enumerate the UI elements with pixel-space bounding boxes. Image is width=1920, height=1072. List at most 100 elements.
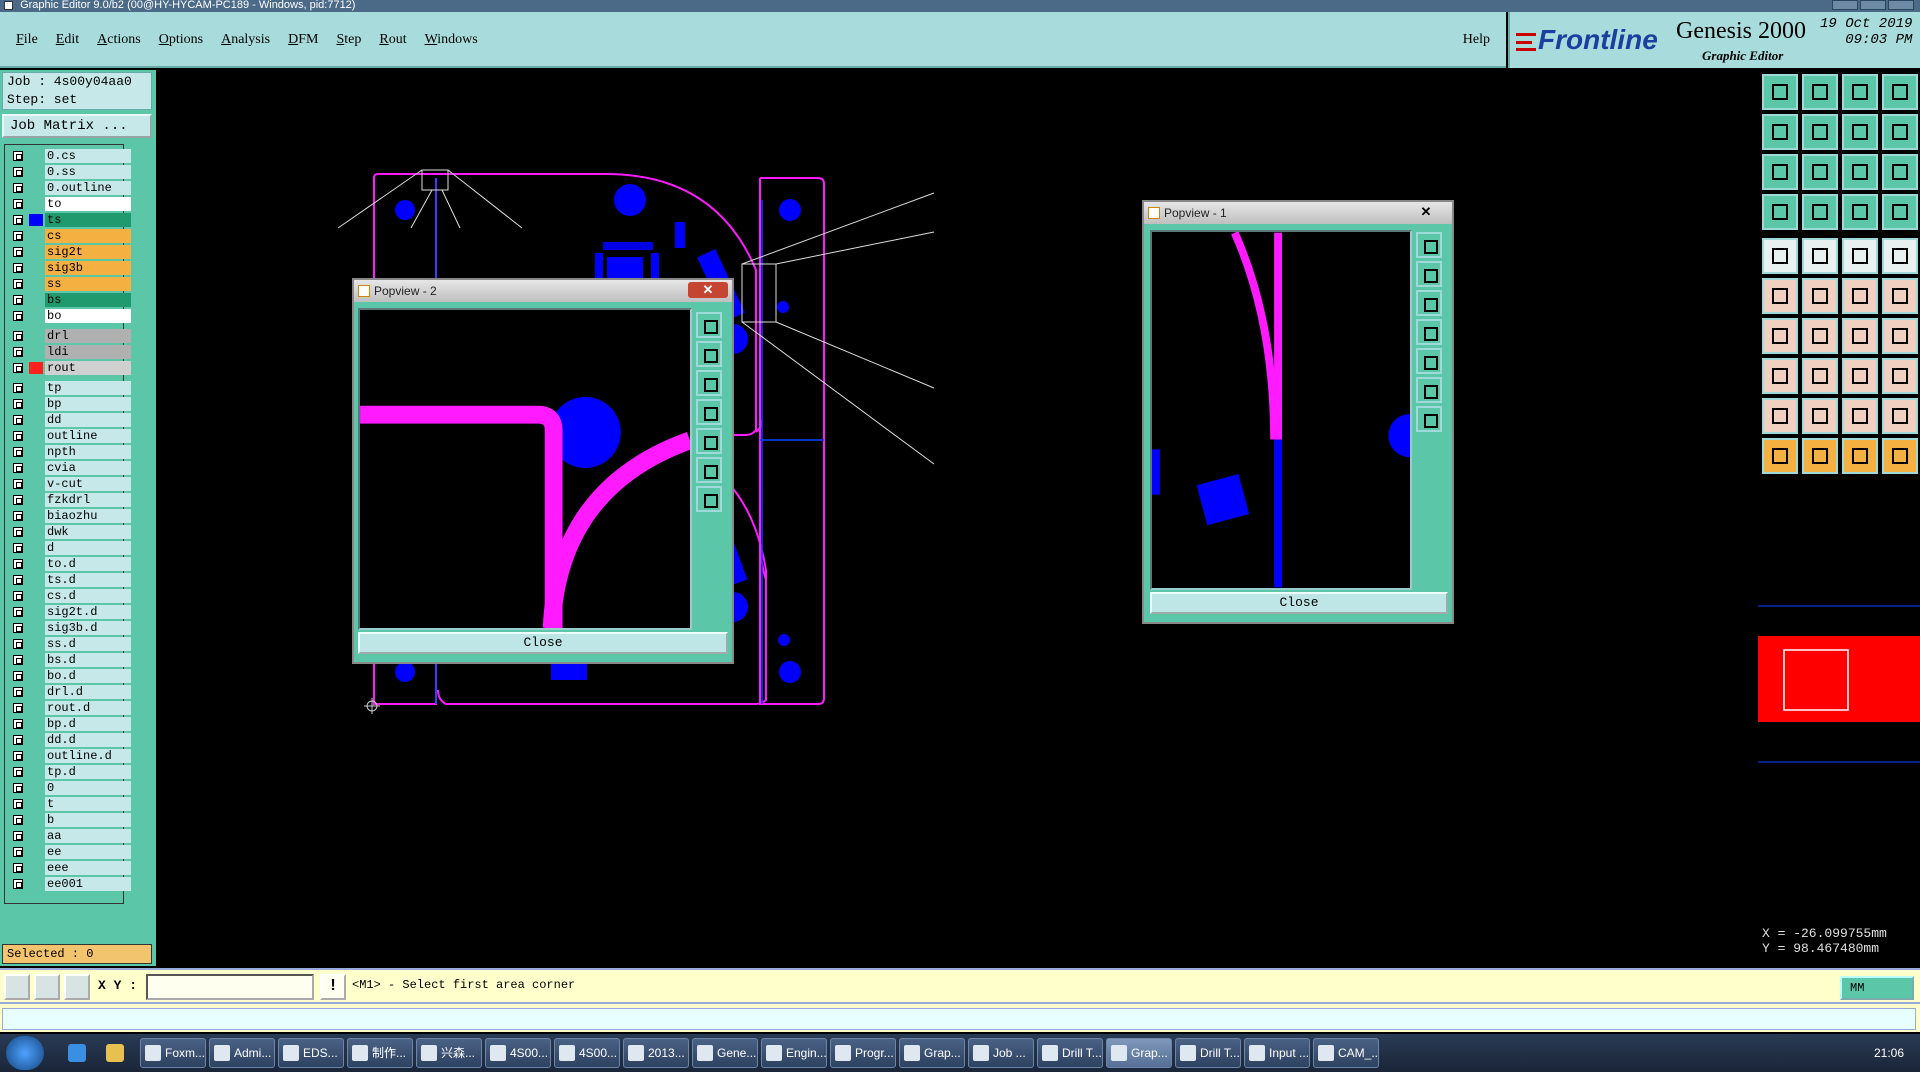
taskbar-item[interactable]: CAM_... bbox=[1313, 1038, 1379, 1068]
layer-row[interactable]: b bbox=[9, 813, 131, 827]
layer-checkbox[interactable] bbox=[13, 655, 23, 665]
layer-checkbox[interactable] bbox=[13, 183, 23, 193]
layer-row[interactable]: tp.d bbox=[9, 765, 131, 779]
layer-checkbox[interactable] bbox=[13, 447, 23, 457]
tool-button-icon[interactable] bbox=[1882, 278, 1918, 314]
taskbar-item[interactable]: Admi... bbox=[209, 1038, 275, 1068]
layer-name[interactable]: ldi bbox=[45, 345, 131, 359]
layer-row[interactable]: dd bbox=[9, 413, 131, 427]
layer-name[interactable]: cvia bbox=[45, 461, 131, 475]
taskbar-item[interactable]: Gene... bbox=[692, 1038, 758, 1068]
tool-button-icon[interactable] bbox=[1842, 398, 1878, 434]
layer-row[interactable]: fzkdrl bbox=[9, 493, 131, 507]
layer-name[interactable]: d bbox=[45, 541, 131, 555]
layer-name[interactable]: to.d bbox=[45, 557, 131, 571]
tool-button-icon[interactable] bbox=[1762, 438, 1798, 474]
menu-actions[interactable]: Actions bbox=[95, 32, 149, 48]
layer-name[interactable]: b bbox=[45, 813, 131, 827]
layer-checkbox[interactable] bbox=[13, 751, 23, 761]
popview-2-tool-7[interactable] bbox=[696, 486, 722, 512]
tool-button-icon[interactable] bbox=[1842, 278, 1878, 314]
layer-row[interactable]: ts.d bbox=[9, 573, 131, 587]
layer-row[interactable]: sig3b bbox=[9, 261, 131, 275]
layer-row[interactable]: ee bbox=[9, 845, 131, 859]
popview-1-tool-4[interactable] bbox=[1416, 319, 1442, 345]
menu-step[interactable]: Step bbox=[334, 32, 369, 48]
layer-checkbox[interactable] bbox=[13, 295, 23, 305]
layer-name[interactable]: tp.d bbox=[45, 765, 131, 779]
start-button[interactable] bbox=[6, 1036, 44, 1070]
layer-row[interactable]: biaozhu bbox=[9, 509, 131, 523]
layer-checkbox[interactable] bbox=[13, 263, 23, 273]
layer-checkbox[interactable] bbox=[13, 363, 23, 373]
taskbar-item[interactable]: Input ... bbox=[1244, 1038, 1310, 1068]
taskbar-item[interactable]: 4S00... bbox=[485, 1038, 551, 1068]
tool-button-icon[interactable] bbox=[1762, 358, 1798, 394]
tool-button-icon[interactable] bbox=[1802, 438, 1838, 474]
layer-name[interactable]: biaozhu bbox=[45, 509, 131, 523]
taskbar-item[interactable]: 制作... bbox=[347, 1038, 413, 1068]
layer-checkbox[interactable] bbox=[13, 479, 23, 489]
layer-row[interactable]: 0.cs bbox=[9, 149, 131, 163]
popview-1-tool-5[interactable] bbox=[1416, 348, 1442, 374]
layer-row[interactable]: rout bbox=[9, 361, 131, 375]
layer-checkbox[interactable] bbox=[13, 247, 23, 257]
layer-checkbox[interactable] bbox=[13, 783, 23, 793]
layer-name[interactable]: drl.d bbox=[45, 685, 131, 699]
tool-button-icon[interactable] bbox=[1762, 154, 1798, 190]
layer-row[interactable]: cs.d bbox=[9, 589, 131, 603]
tool-button-icon[interactable] bbox=[1882, 438, 1918, 474]
layer-checkbox[interactable] bbox=[13, 543, 23, 553]
tool-button-icon[interactable] bbox=[1882, 398, 1918, 434]
layer-row[interactable]: ldi bbox=[9, 345, 131, 359]
popview-1-window[interactable]: Popview - 1 ✕ Close bbox=[1142, 200, 1454, 624]
popview-2-tool-2[interactable] bbox=[696, 341, 722, 367]
tool-button-icon[interactable] bbox=[1882, 194, 1918, 230]
tool-button-icon[interactable] bbox=[1882, 74, 1918, 110]
menu-rout[interactable]: Rout bbox=[377, 32, 414, 48]
layer-checkbox[interactable] bbox=[13, 383, 23, 393]
menu-windows[interactable]: Windows bbox=[423, 32, 486, 48]
minimize-button[interactable] bbox=[1832, 0, 1858, 10]
tool-button-icon[interactable] bbox=[1842, 438, 1878, 474]
tool-button-icon[interactable] bbox=[1762, 238, 1798, 274]
layer-name[interactable]: rout.d bbox=[45, 701, 131, 715]
layer-name[interactable]: outline.d bbox=[45, 749, 131, 763]
layer-row[interactable]: v-cut bbox=[9, 477, 131, 491]
tool-button-icon[interactable] bbox=[1762, 278, 1798, 314]
tool-button-icon[interactable] bbox=[1802, 398, 1838, 434]
units-selector[interactable]: MM bbox=[1840, 976, 1914, 1000]
layer-name[interactable]: bo bbox=[45, 309, 131, 323]
layer-row[interactable]: ts bbox=[9, 213, 131, 227]
taskbar-item[interactable]: Grap... bbox=[1106, 1038, 1172, 1068]
layer-row[interactable]: sig2t bbox=[9, 245, 131, 259]
layer-row[interactable]: bs bbox=[9, 293, 131, 307]
popview-2-view[interactable] bbox=[358, 308, 692, 630]
layer-name[interactable]: npth bbox=[45, 445, 131, 459]
tool-button-icon[interactable] bbox=[1842, 358, 1878, 394]
layer-checkbox[interactable] bbox=[13, 719, 23, 729]
layer-row[interactable]: bo bbox=[9, 309, 131, 323]
layer-name[interactable]: tp bbox=[45, 381, 131, 395]
taskbar-item[interactable]: Foxm... bbox=[140, 1038, 206, 1068]
layer-checkbox[interactable] bbox=[13, 559, 23, 569]
layer-row[interactable]: d bbox=[9, 541, 131, 555]
tool-button-icon[interactable] bbox=[1802, 358, 1838, 394]
tool-button-icon[interactable] bbox=[1842, 238, 1878, 274]
tool-button-icon[interactable] bbox=[1802, 114, 1838, 150]
layer-checkbox[interactable] bbox=[13, 863, 23, 873]
layer-checkbox[interactable] bbox=[13, 575, 23, 585]
layer-name[interactable]: fzkdrl bbox=[45, 493, 131, 507]
tool-button-icon[interactable] bbox=[1762, 398, 1798, 434]
layer-checkbox[interactable] bbox=[13, 671, 23, 681]
popview-1-close-button[interactable]: Close bbox=[1150, 592, 1448, 614]
layer-row[interactable]: to.d bbox=[9, 557, 131, 571]
layer-name[interactable]: ee001 bbox=[45, 877, 131, 891]
menu-edit[interactable]: Edit bbox=[54, 32, 87, 48]
layer-row[interactable]: 0.ss bbox=[9, 165, 131, 179]
layer-checkbox[interactable] bbox=[13, 623, 23, 633]
tool-button-icon[interactable] bbox=[1882, 238, 1918, 274]
taskbar-item[interactable]: EDS... bbox=[278, 1038, 344, 1068]
layer-name[interactable]: cs bbox=[45, 229, 131, 243]
tool-button-icon[interactable] bbox=[1882, 154, 1918, 190]
